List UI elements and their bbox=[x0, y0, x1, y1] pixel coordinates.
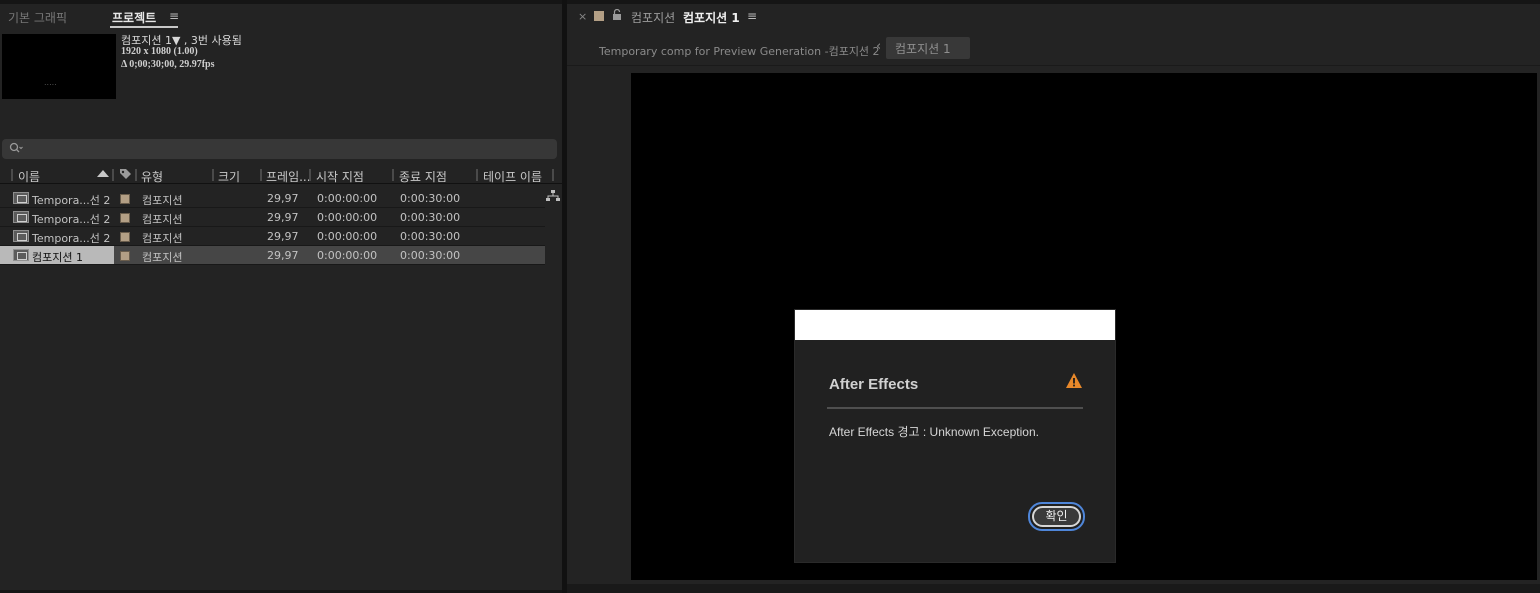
label-swatch[interactable] bbox=[120, 194, 130, 204]
thumbnail-placeholder: ..... bbox=[44, 78, 57, 87]
column-frame-rate[interactable]: 프레임... bbox=[266, 168, 311, 185]
table-row[interactable]: Tempora...선 2 컴포지션 29,97 0:00:00:00 0:00:30:… bbox=[0, 189, 545, 208]
chevron-left-icon[interactable]: ‹ bbox=[876, 39, 881, 54]
row-name: Tempora...선 2 bbox=[32, 213, 111, 226]
column-name[interactable]: 이름 bbox=[18, 168, 40, 185]
row-end: 0:00:30:00 bbox=[400, 249, 461, 262]
column-separator[interactable] bbox=[212, 169, 214, 181]
table-row[interactable]: Tempora...선 2 컴포지션 29,97 0:00:00:00 0:00:30:… bbox=[0, 208, 545, 227]
breadcrumb-previous[interactable]: Temporary comp for Preview Generation -컴… bbox=[599, 43, 880, 59]
row-end: 0:00:30:00 bbox=[400, 192, 461, 205]
flowchart-icon[interactable] bbox=[546, 190, 560, 202]
row-type: 컴포지션 bbox=[142, 232, 183, 245]
lock-icon[interactable] bbox=[612, 9, 622, 21]
comp-tab-name[interactable]: 컴포지션 1 bbox=[683, 9, 740, 26]
alert-dialog: After Effects After Effects 경고 : Unknown… bbox=[795, 310, 1115, 562]
tab-essential-graphics[interactable]: 기본 그래픽 bbox=[8, 9, 67, 26]
composition-icon bbox=[13, 249, 29, 261]
panel-tab-bar: 기본 그래픽 프로젝트 ≡ bbox=[0, 4, 562, 30]
label-swatch[interactable] bbox=[120, 232, 130, 242]
warning-icon bbox=[1066, 373, 1082, 388]
composition-icon bbox=[13, 192, 29, 204]
row-start: 0:00:00:00 bbox=[317, 211, 378, 224]
label-tag-icon[interactable] bbox=[119, 168, 132, 181]
row-type: 컴포지션 bbox=[142, 194, 183, 207]
column-separator[interactable] bbox=[392, 169, 394, 181]
column-type[interactable]: 유형 bbox=[141, 168, 163, 185]
row-type: 컴포지션 bbox=[142, 251, 183, 264]
composition-icon bbox=[13, 211, 29, 223]
row-name: Tempora...선 2 bbox=[32, 232, 111, 245]
composition-icon bbox=[13, 230, 29, 242]
panel-menu-icon[interactable]: ≡ bbox=[169, 9, 179, 23]
column-separator[interactable] bbox=[11, 169, 13, 181]
row-frame-rate: 29,97 bbox=[267, 249, 299, 262]
column-size[interactable]: 크기 bbox=[218, 168, 240, 185]
column-separator[interactable] bbox=[552, 169, 554, 181]
dialog-title: After Effects bbox=[829, 376, 919, 393]
table-row[interactable]: 컴포지션 1 컴포지션 29,97 0:00:00:00 0:00:30:00 bbox=[0, 246, 545, 265]
close-tab-icon[interactable]: × bbox=[578, 10, 587, 23]
column-separator[interactable] bbox=[112, 169, 114, 181]
column-separator[interactable] bbox=[476, 169, 478, 181]
column-tape-name[interactable]: 테이프 이름 bbox=[483, 168, 542, 185]
column-separator[interactable] bbox=[135, 169, 137, 181]
breadcrumb-current[interactable]: 컴포지션 1 bbox=[886, 37, 970, 59]
row-start: 0:00:00:00 bbox=[317, 192, 378, 205]
row-frame-rate: 29,97 bbox=[267, 192, 299, 205]
comp-label-swatch bbox=[594, 11, 604, 21]
column-separator[interactable] bbox=[309, 169, 311, 181]
label-swatch[interactable] bbox=[120, 213, 130, 223]
column-start[interactable]: 시작 지점 bbox=[316, 168, 364, 185]
dialog-message: After Effects 경고 : Unknown Exception. bbox=[829, 425, 1039, 439]
row-frame-rate: 29,97 bbox=[267, 230, 299, 243]
viewer-bottom-bar bbox=[567, 584, 1540, 593]
row-end: 0:00:30:00 bbox=[400, 230, 461, 243]
item-thumbnail: ..... bbox=[2, 34, 116, 99]
project-search[interactable] bbox=[2, 139, 557, 159]
row-name: 컴포지션 1 bbox=[32, 251, 83, 264]
dialog-divider bbox=[827, 407, 1083, 409]
label-swatch[interactable] bbox=[120, 251, 130, 261]
ok-button[interactable]: 확인 bbox=[1028, 502, 1085, 531]
active-tab-indicator bbox=[110, 26, 178, 28]
ok-button-label: 확인 bbox=[1032, 506, 1081, 527]
row-frame-rate: 29,97 bbox=[267, 211, 299, 224]
search-icon[interactable] bbox=[9, 142, 23, 157]
comp-breadcrumb: Temporary comp for Preview Generation -컴… bbox=[567, 32, 1540, 66]
search-input[interactable] bbox=[28, 141, 548, 157]
comp-tab-prefix[interactable]: 컴포지션 bbox=[631, 9, 675, 26]
selected-item-duration: Δ 0;00;30;00, 29.97fps bbox=[121, 59, 215, 70]
row-type: 컴포지션 bbox=[142, 213, 183, 226]
column-end[interactable]: 종료 지점 bbox=[399, 168, 447, 185]
column-separator[interactable] bbox=[260, 169, 262, 181]
dialog-titlebar[interactable] bbox=[795, 310, 1115, 340]
tab-project[interactable]: 프로젝트 bbox=[112, 9, 156, 26]
row-start: 0:00:00:00 bbox=[317, 230, 378, 243]
row-start: 0:00:00:00 bbox=[317, 249, 378, 262]
selected-item-resolution: 1920 x 1080 (1.00) bbox=[121, 46, 198, 57]
column-header-row: 이름 유형 크기 프레임... 시작 지점 종료 지점 테이프 이름 bbox=[0, 166, 562, 184]
sort-ascending-icon[interactable] bbox=[97, 170, 109, 177]
table-row[interactable]: Tempora...선 2 컴포지션 29,97 0:00:00:00 0:00:30:… bbox=[0, 227, 545, 246]
panel-menu-icon[interactable]: ≡ bbox=[747, 9, 757, 23]
row-end: 0:00:30:00 bbox=[400, 211, 461, 224]
project-panel: 기본 그래픽 프로젝트 ≡ ..... 컴포지션 1▼ , 3번 사용됨 192… bbox=[0, 4, 562, 593]
row-name: Tempora...선 2 bbox=[32, 194, 111, 207]
